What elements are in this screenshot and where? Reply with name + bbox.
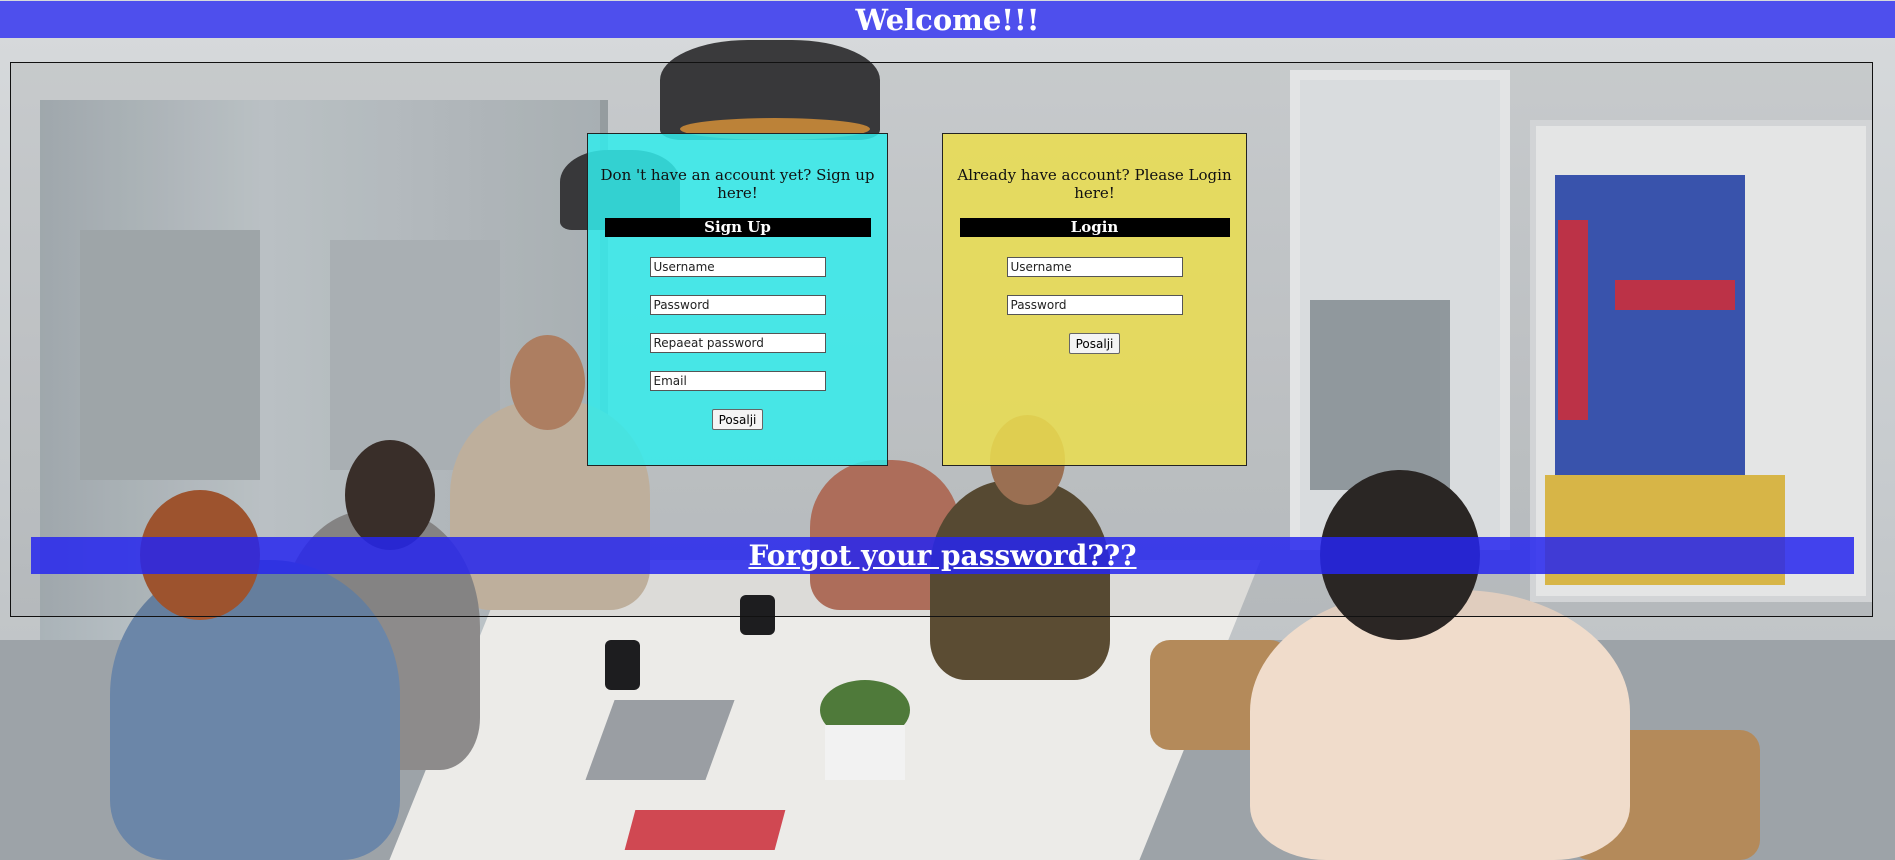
login-username-input[interactable]	[1006, 257, 1183, 277]
signup-password-input[interactable]	[649, 295, 826, 315]
signup-prompt: Don 't have an account yet? Sign up here…	[600, 166, 875, 202]
signup-panel: Don 't have an account yet? Sign up here…	[587, 133, 888, 466]
forgot-password-link[interactable]: Forgot your password???	[748, 539, 1136, 572]
login-submit-button[interactable]: Posalji	[1068, 333, 1121, 354]
signup-username-input[interactable]	[649, 257, 826, 277]
signup-email-input[interactable]	[649, 371, 826, 391]
welcome-header: Welcome!!!	[0, 1, 1895, 38]
signup-submit-button[interactable]: Posalji	[711, 409, 764, 430]
signup-heading: Sign Up	[604, 218, 871, 237]
signup-repeat-password-input[interactable]	[649, 333, 826, 353]
page-title: Welcome!!!	[855, 3, 1040, 37]
login-panel: Already have account? Please Login here!…	[942, 133, 1247, 466]
login-password-input[interactable]	[1006, 295, 1183, 315]
forgot-password-banner: Forgot your password???	[31, 537, 1854, 574]
login-prompt: Already have account? Please Login here!	[957, 166, 1232, 202]
login-heading: Login	[959, 218, 1230, 237]
